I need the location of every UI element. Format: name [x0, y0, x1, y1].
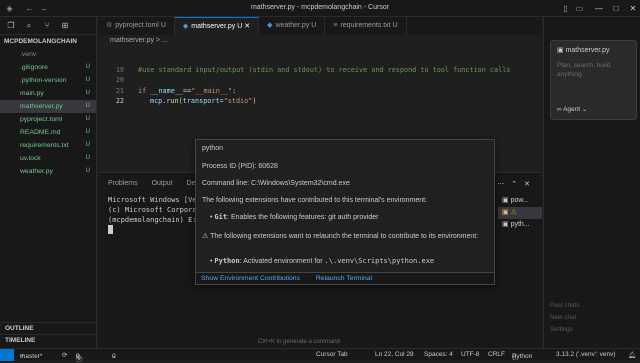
file-item-readme[interactable]: README.md U	[0, 126, 96, 139]
terminal-item-cmd[interactable]: ▣ ⚠	[498, 207, 542, 219]
terminal-icon: ▣	[502, 221, 511, 228]
explorer-header[interactable]: MCPDEMOLANGCHAIN	[0, 35, 96, 48]
outline-section[interactable]: OUTLINE	[0, 322, 97, 333]
remote-indicator[interactable]	[0, 349, 14, 361]
file-item-requirements[interactable]: requirements.txt U	[0, 139, 96, 152]
contrib-title: The following extensions have contribute…	[202, 197, 428, 204]
file-icon: ▣	[557, 47, 566, 54]
chat-footer: Past chats New chat Settings	[550, 302, 580, 333]
untracked-badge: U	[85, 168, 90, 174]
untracked-badge: U	[85, 90, 90, 96]
warning-icon: ⚠	[202, 233, 211, 240]
untracked-badge: U	[85, 64, 90, 70]
hover-footer: Show Environment Contributions Relaunch …	[196, 272, 494, 284]
cursor-position[interactable]: Ln 22, Col 28	[375, 351, 414, 358]
status-bar: ⑂ master* ⟳ ⓧ 0 ⚠ 0 ⌁ 0 Cursor Tab Ln 22…	[0, 348, 640, 363]
title-bar: ◈ ← → mathserver.py - mcpdemolangchain -…	[0, 0, 640, 17]
toggle-sidebar-icon[interactable]: ▯	[560, 3, 571, 14]
process-id: Process ID (PID): 60628	[202, 163, 278, 170]
maximize-panel-icon[interactable]: ⌃	[511, 180, 517, 188]
encoding[interactable]: UTF-8	[461, 351, 479, 358]
close-button[interactable]: ✕	[622, 0, 640, 17]
terminal-item-powershell[interactable]: ▣ pow...	[498, 195, 542, 207]
untracked-badge: U	[85, 116, 90, 122]
terminal-icon: ▣	[502, 197, 511, 204]
sync-icon[interactable]: ⟳	[62, 351, 67, 359]
source-control-icon[interactable]: ⑂	[42, 21, 52, 31]
python-interpreter[interactable]: 3.13.2 ('.venv': venv)	[556, 351, 616, 358]
terminal-list: ▣ pow... ▣ ⚠ ▣ pyth...	[498, 195, 542, 231]
tab-weather[interactable]: ◆ weather.py U	[259, 17, 326, 35]
tab-problems[interactable]: Problems	[108, 180, 138, 187]
chat-panel: ▣ mathserver.py Plan, search, build anyt…	[543, 17, 640, 348]
window-title: mathserver.py - mcpdemolangchain - Curso…	[250, 4, 390, 11]
file-item-gitignore[interactable]: .gitignore U	[0, 61, 96, 74]
terminal-cursor	[108, 225, 113, 234]
code-line: 22 mcp.run(transport="stdio")	[115, 97, 257, 105]
file-item-uv-lock[interactable]: uv.lock U	[0, 152, 96, 165]
terminal-hover-tooltip: python Process ID (PID): 60628 Command l…	[195, 139, 495, 285]
python-text: : Activated environment for	[239, 258, 323, 265]
sidebar-toolbar: ❐ ⌕ ⑂ ⊞	[0, 17, 96, 35]
code-line: 20	[115, 76, 124, 84]
tab-requirements[interactable]: ≡ requirements.txt U	[325, 17, 407, 35]
tab-pyproject[interactable]: ⚙ pyproject.toml U	[98, 17, 175, 35]
terminal-name: python	[202, 145, 224, 152]
breadcrumb[interactable]: mathserver.py > ...	[110, 37, 168, 44]
editor-tabs: ⚙ pyproject.toml U ◆ mathserver.py U ✕ ◆ we…	[98, 17, 542, 35]
chat-input-card[interactable]: ▣ mathserver.py Plan, search, build anyt…	[550, 40, 637, 120]
context-file: mathserver.py	[565, 47, 610, 54]
tab-mathserver[interactable]: ◆ mathserver.py U ✕	[174, 17, 260, 35]
file-item-weather-py[interactable]: weather.py U	[0, 165, 96, 178]
python-file-icon: ◆	[267, 22, 273, 29]
file-item-pyproject[interactable]: pyproject.toml U	[0, 113, 96, 126]
git-text: : Enables the following features: git au…	[227, 214, 379, 221]
settings-file-icon: ⚙	[106, 22, 113, 29]
terminal-hint: Ctrl+K to generate a command	[258, 339, 340, 345]
code-line: 21 if __name__=="__main__":	[115, 87, 237, 95]
python-path: .\.venv\Scripts\python.exe	[324, 257, 435, 265]
text-file-icon: ≡	[333, 22, 338, 29]
search-icon[interactable]: ⌕	[24, 21, 34, 31]
chat-placeholder: Plan, search, build anything	[557, 62, 611, 78]
panel-tabs: Problems Output Debug	[108, 180, 207, 187]
untracked-badge: U	[85, 103, 90, 109]
untracked-badge: U	[85, 129, 90, 135]
explorer-sidebar: ❐ ⌕ ⑂ ⊞ MCPDEMOLANGCHAIN .venv .gitignor…	[0, 17, 97, 348]
file-item-mathserver-py[interactable]: mathserver.py U	[0, 100, 96, 113]
panel-controls: ⋯ ⌃ ✕	[497, 180, 530, 188]
command-line: Command line: C:\Windows\System32\cmd.ex…	[202, 180, 350, 187]
file-item-main-py[interactable]: main.py U	[0, 87, 96, 100]
file-item-venv[interactable]: .venv	[0, 48, 96, 61]
terminal-icon: ▣	[502, 209, 511, 216]
terminal-item-python[interactable]: ▣ pyth...	[498, 219, 542, 231]
relaunch-title: The following extensions want to relaunc…	[210, 233, 479, 240]
python-label: Python	[214, 257, 240, 265]
file-item-python-version[interactable]: .python-version U	[0, 74, 96, 87]
file-tree: .venv .gitignore U .python-version U main.…	[0, 48, 96, 178]
extensions-icon[interactable]: ⊞	[60, 21, 70, 31]
tab-output[interactable]: Output	[152, 180, 173, 187]
show-contributions-link[interactable]: Show Environment Contributions	[201, 275, 300, 282]
indentation[interactable]: Spaces: 4	[424, 351, 453, 358]
untracked-badge: U	[85, 77, 90, 83]
close-tab-icon[interactable]: ✕	[244, 23, 250, 30]
code-comment: #use standard input/output (stdin and st…	[138, 66, 511, 74]
code-line: 19 #use standard input/output (stdin and…	[115, 66, 511, 74]
git-label: Git	[214, 213, 228, 221]
timeline-section[interactable]: TIMELINE	[0, 334, 97, 345]
agent-selector[interactable]: ∞ Agent ⌄	[557, 105, 587, 113]
untracked-badge: U	[85, 155, 90, 161]
warning-icon: ⚠	[510, 209, 517, 216]
more-icon[interactable]: ⋯	[497, 180, 504, 188]
untracked-badge: U	[85, 142, 90, 148]
python-file-icon: ◆	[182, 23, 189, 30]
line-ending[interactable]: CRLF	[488, 351, 505, 358]
cursor-tab-status[interactable]: Cursor Tab	[316, 351, 348, 358]
notifications-icon[interactable]: 🔔︎	[628, 351, 636, 359]
relaunch-terminal-link[interactable]: Relaunch Terminal	[316, 275, 372, 282]
files-icon[interactable]: ❐	[6, 21, 16, 31]
toggle-panel-icon[interactable]: ▭	[574, 3, 585, 14]
close-panel-icon[interactable]: ✕	[524, 180, 530, 188]
